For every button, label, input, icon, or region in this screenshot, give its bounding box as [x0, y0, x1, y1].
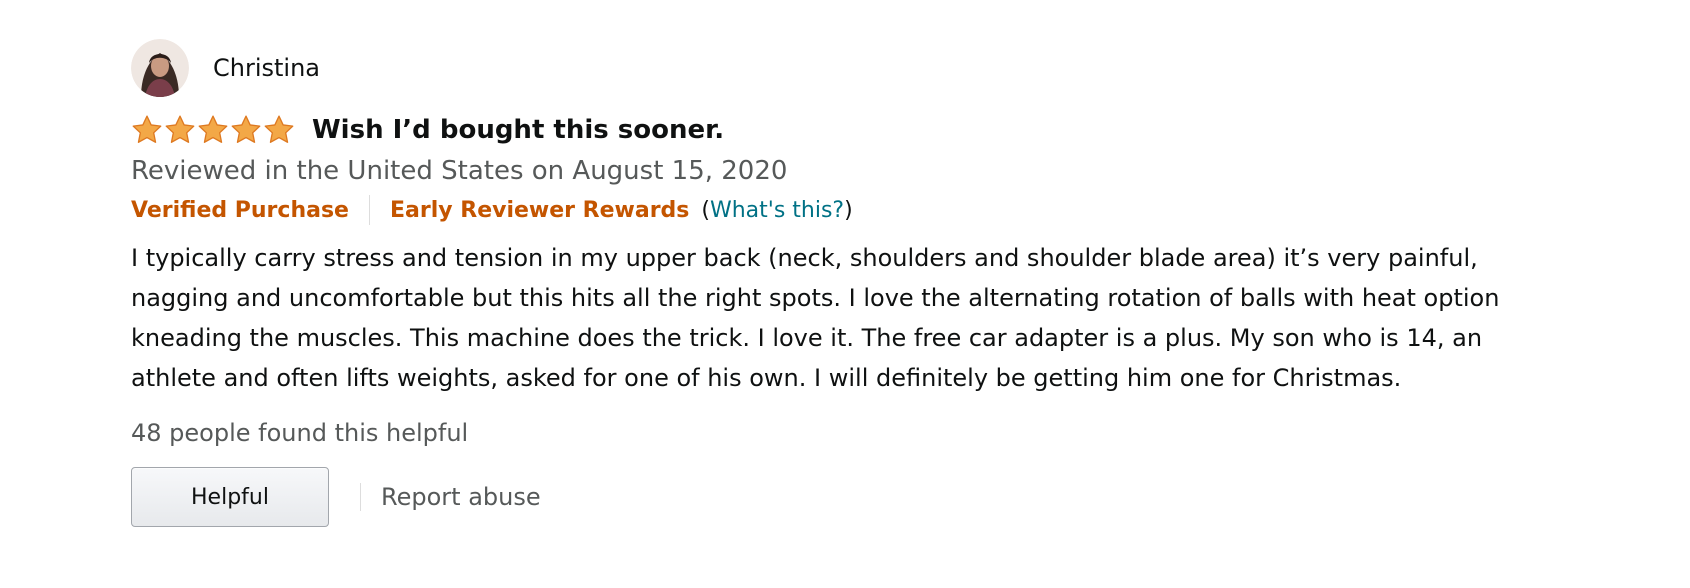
star-icon	[264, 115, 294, 143]
whats-this-link[interactable]: What's this?	[710, 198, 844, 223]
review-body: I typically carry stress and tension in …	[131, 244, 1500, 392]
reviewer-name[interactable]: Christina	[213, 54, 320, 82]
customer-review: Christina Wish I’d bought this sooner. R…	[131, 38, 1531, 527]
verified-purchase-badge[interactable]: Verified Purchase	[131, 198, 349, 223]
helpful-button[interactable]: Helpful	[131, 467, 329, 527]
star-icon	[132, 115, 162, 143]
helpful-count: 48 people found this helpful	[131, 419, 469, 447]
whats-this-close-paren: )	[844, 197, 853, 223]
star-icon	[231, 115, 261, 143]
avatar[interactable]	[131, 39, 189, 97]
review-badges: Verified Purchase Early Reviewer Rewards…	[131, 192, 1531, 228]
rating-row: Wish I’d bought this sooner.	[131, 112, 1531, 148]
star-icon	[165, 115, 195, 143]
action-divider	[360, 483, 361, 511]
review-actions: Helpful Report abuse	[131, 467, 1531, 527]
whats-this-wrapper: (What's this?)	[701, 198, 852, 223]
report-abuse-link[interactable]: Report abuse	[381, 483, 541, 511]
review-date: Reviewed in the United States on August …	[131, 156, 788, 186]
badge-divider	[368, 195, 370, 225]
star-rating[interactable]	[131, 114, 295, 146]
star-icon	[198, 115, 228, 143]
early-reviewer-badge[interactable]: Early Reviewer Rewards	[390, 198, 689, 223]
review-title[interactable]: Wish I’d bought this sooner.	[312, 115, 724, 145]
whats-this-open-paren: (	[701, 197, 710, 223]
reviewer-profile[interactable]: Christina	[131, 38, 1531, 98]
